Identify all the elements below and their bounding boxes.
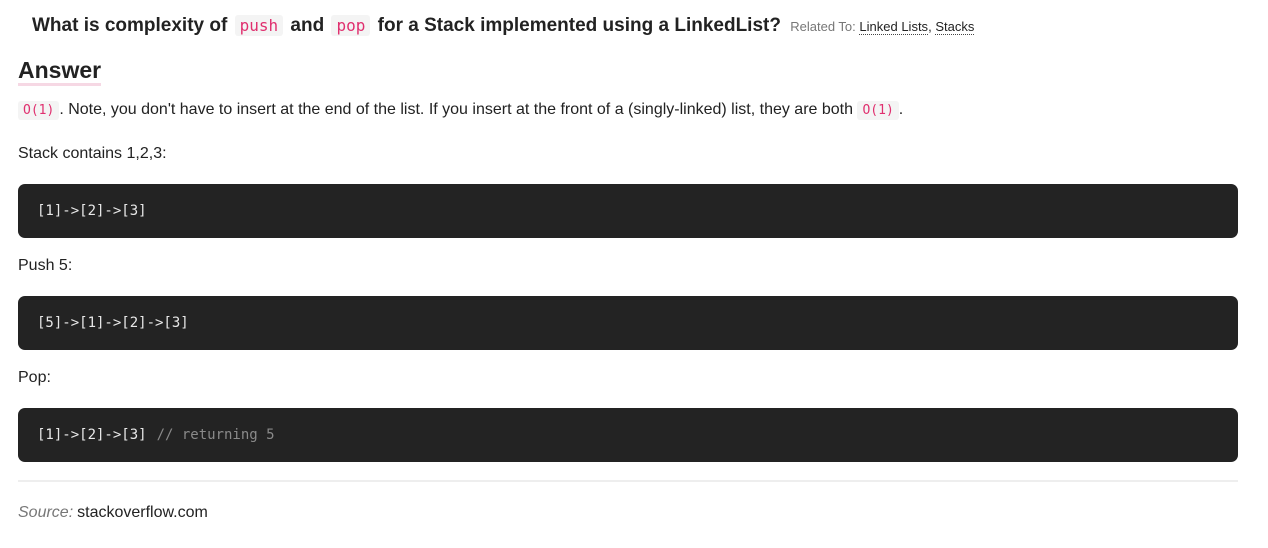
inline-code-pop: pop <box>331 15 371 36</box>
code-block-pop: [1]->[2]->[3] // returning 5 <box>18 408 1238 462</box>
answer-intro-text: . Note, you don't have to insert at the … <box>59 101 854 118</box>
related-link-linked-lists[interactable]: Linked Lists <box>859 19 929 35</box>
divider <box>18 480 1238 482</box>
question-prefix: What is complexity of <box>32 15 228 36</box>
answer-intro: O(1). Note, you don't have to insert at … <box>18 100 903 121</box>
inline-code-push: push <box>234 15 284 36</box>
source-label: Source: <box>18 504 74 521</box>
related-link-stacks[interactable]: Stacks <box>935 19 975 35</box>
question-suffix: for a Stack implemented using a LinkedLi… <box>377 15 781 36</box>
code-block-push: [5]->[1]->[2]->[3] <box>18 296 1238 350</box>
code-block-stack: [1]->[2]->[3] <box>18 184 1238 238</box>
inline-code-o1: O(1) <box>18 101 60 120</box>
source-value: stackoverflow.com <box>77 504 208 521</box>
related-to: Related To: Linked Lists, Stacks <box>790 19 975 35</box>
pop-label: Pop: <box>18 369 51 386</box>
question-and: and <box>290 15 325 36</box>
answer-heading: Answer <box>18 57 102 86</box>
related-separator: , <box>928 19 932 34</box>
inline-code-o1-second: O(1) <box>857 101 899 120</box>
code-stack-text: [1]->[2]->[3] <box>37 203 147 219</box>
push-label: Push 5: <box>18 257 73 274</box>
related-label: Related To: <box>790 19 856 34</box>
code-push-text: [5]->[1]->[2]->[3] <box>37 315 189 331</box>
code-pop-comment: // returning 5 <box>156 427 275 443</box>
code-pop-text: [1]->[2]->[3] <box>37 427 147 443</box>
answer-intro-end: . <box>898 101 904 118</box>
stack-label: Stack contains 1,2,3: <box>18 145 167 162</box>
source-line: Source: stackoverflow.com <box>18 503 208 523</box>
question-title: What is complexity of push and pop for a… <box>32 14 1248 39</box>
